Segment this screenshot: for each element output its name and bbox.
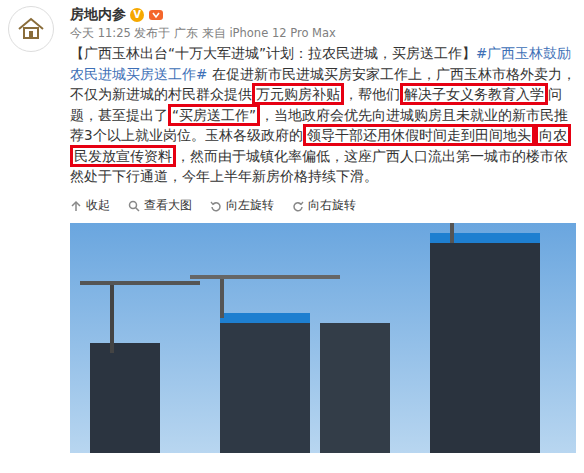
toolbar-label[interactable]: 查看大图 [144,197,192,214]
rotate-left-icon [210,200,222,212]
toolbar-label[interactable]: 向左旋转 [226,197,274,214]
toolbar-button[interactable]: 收起 [70,197,110,214]
verified-badge: V [130,8,144,22]
highlighted-text: 解决子女义务教育入学 [400,83,548,105]
toolbar-button[interactable]: 向左旋转 [210,197,274,214]
zoom-icon [128,200,140,212]
highlighted-text: “买房送工作” [168,104,260,126]
avatar-house-icon[interactable] [8,6,54,52]
body-text: 【广西玉林出台“十万大军进城”计划：拉农民进城，买房送工作】 [70,45,476,61]
post-meta: 今天 11:25 发布于 广东 来自 iPhone 12 Pro Max [70,26,576,41]
rotate-right-icon [292,200,304,212]
highlighted-text: 领导干部还用休假时间走到田间地头 [303,124,535,146]
toolbar-label[interactable]: 向右旋转 [308,197,356,214]
image-toolbar: 收起 查看大图 向左旋转 向右旋转 [70,197,576,215]
toolbar-button[interactable]: 查看大图 [128,197,192,214]
member-icon [148,8,164,22]
toolbar-button[interactable]: 向右旋转 [292,197,356,214]
highlighted-text: 万元购房补贴 [252,83,344,105]
body-text: ，帮他们 [344,86,400,102]
author-name[interactable]: 房地内参 [70,6,126,24]
post-body: 【广西玉林出台“十万大军进城”计划：拉农民进城，买房送工作】#广西玉林鼓励农民进… [70,43,576,187]
post-photo[interactable] [70,223,576,453]
collapse-icon [70,200,82,212]
toolbar-label[interactable]: 收起 [86,197,110,214]
